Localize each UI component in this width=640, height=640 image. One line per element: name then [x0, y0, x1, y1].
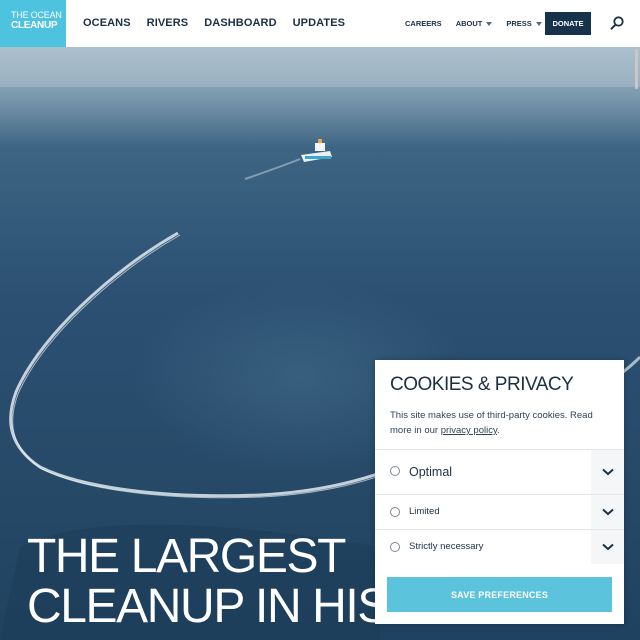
cookie-option-label: Strictly necessary — [409, 541, 484, 552]
radio-strictly-necessary[interactable] — [390, 542, 400, 552]
page-scrollbar[interactable] — [633, 47, 640, 640]
caret-down-icon — [535, 21, 542, 26]
main-nav: OCEANS RIVERS DASHBOARD UPDATES — [83, 17, 345, 29]
cookie-option-limited[interactable]: Limited — [375, 494, 624, 529]
nav-link-press[interactable]: PRESS — [506, 19, 542, 28]
cookie-option-label: Optimal — [409, 465, 453, 479]
cookie-option-optimal[interactable]: Optimal — [375, 449, 624, 494]
hero-title: THE LARGEST CLEANUP IN HIS — [27, 530, 389, 633]
save-preferences-button[interactable]: SAVE PREFERENCES — [387, 577, 612, 612]
logo[interactable]: THE OCEAN CLEANUP — [0, 0, 66, 47]
hero-title-line-2: CLEANUP IN HIS — [27, 580, 389, 633]
chevron-down-icon[interactable] — [591, 495, 624, 529]
nav-link-oceans[interactable]: OCEANS — [83, 17, 131, 29]
chevron-down-icon[interactable] — [591, 530, 624, 564]
privacy-policy-link[interactable]: privacy policy — [441, 425, 497, 436]
ship-illustration — [301, 139, 332, 162]
cookie-option-label: Limited — [409, 506, 440, 517]
logo-line-1: THE OCEAN — [11, 10, 62, 20]
nav-link-careers-label: CAREERS — [405, 19, 442, 28]
cookie-panel-description: This site makes use of third-party cooki… — [390, 408, 610, 438]
nav-link-dashboard[interactable]: DASHBOARD — [204, 17, 276, 29]
search-icon[interactable] — [609, 15, 625, 31]
chevron-down-icon[interactable] — [591, 450, 624, 494]
nav-link-about[interactable]: ABOUT — [456, 19, 493, 28]
radio-limited[interactable] — [390, 507, 400, 517]
donate-button[interactable]: DONATE — [545, 12, 591, 35]
radio-optimal[interactable] — [390, 466, 400, 476]
logo-line-2: CLEANUP — [11, 20, 58, 31]
cookie-text-after: . — [497, 425, 500, 436]
caret-down-icon — [486, 21, 493, 26]
nav-link-updates[interactable]: UPDATES — [293, 17, 345, 29]
nav-link-rivers[interactable]: RIVERS — [147, 17, 189, 29]
cookie-consent-panel: COOKIES & PRIVACY This site makes use of… — [375, 360, 624, 624]
cookie-panel-title: COOKIES & PRIVACY — [390, 374, 574, 395]
top-navbar: THE OCEAN CLEANUP OCEANS RIVERS DASHBOAR… — [0, 0, 640, 47]
hero-title-line-1: THE LARGEST — [27, 530, 346, 583]
nav-link-about-label: ABOUT — [455, 19, 483, 28]
nav-link-press-label: PRESS — [506, 19, 532, 28]
cookie-option-strictly-necessary[interactable]: Strictly necessary — [375, 529, 624, 564]
nav-link-careers[interactable]: CAREERS — [405, 19, 442, 28]
secondary-nav: CAREERS ABOUT PRESS — [405, 19, 542, 28]
scrollbar-thumb[interactable] — [635, 49, 638, 89]
